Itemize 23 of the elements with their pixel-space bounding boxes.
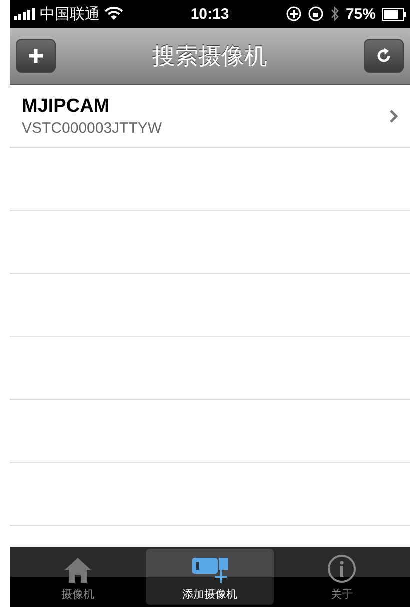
- wifi-icon: [104, 7, 124, 21]
- bluetooth-icon: [330, 6, 340, 22]
- plus-icon: [28, 48, 44, 64]
- signal-icon: [14, 8, 36, 20]
- battery-icon: [382, 8, 406, 20]
- tab-bar-item[interactable]: 添加摄像机: [146, 549, 274, 605]
- device-row[interactable]: MJIPCAM VSTC000003JTTYW: [10, 85, 410, 148]
- home-icon: [64, 556, 92, 584]
- nav-title: 搜索摄像机: [152, 42, 268, 70]
- refresh-button[interactable]: [364, 39, 404, 73]
- carrier-name: 中国联通: [40, 4, 100, 24]
- tab-bar-item[interactable]: 关于: [278, 549, 406, 605]
- info-icon: [327, 554, 357, 584]
- refresh-icon: [375, 47, 393, 65]
- add-button[interactable]: [16, 39, 56, 73]
- location-icon: [286, 6, 302, 22]
- device-id: VSTC000003JTTYW: [22, 120, 164, 136]
- device-name: MJIPCAM: [22, 96, 111, 118]
- battery-percent: 75%: [346, 6, 376, 22]
- status-time: 10:13: [190, 6, 230, 22]
- chevron-icon: [390, 110, 398, 122]
- rotation-lock-icon: [308, 6, 324, 22]
- tab-bar-item[interactable]: 摄像机: [14, 549, 142, 605]
